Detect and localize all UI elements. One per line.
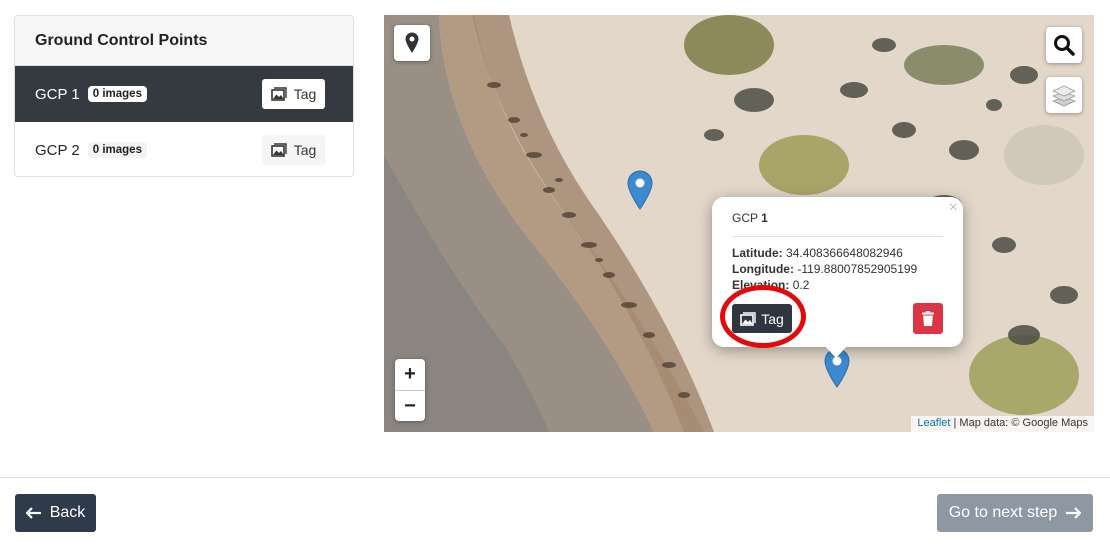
image-icon [270,87,287,101]
gcp-popup: × GCP 1 Latitude: 34.408366648082946 Lon… [712,197,963,358]
popup-close-button[interactable]: × [949,199,958,217]
arrow-right-icon [1066,507,1082,519]
popup-tip [824,345,848,358]
zoom-out-button[interactable]: − [395,390,425,421]
image-count-badge: 0 images [87,86,147,102]
latitude-label: Latitude: [732,246,783,260]
tag-button-label: Tag [293,86,317,102]
back-button-label: Back [49,504,86,521]
layers-button[interactable] [1046,77,1082,113]
gcp-panel-title: Ground Control Points [15,16,353,66]
footer-divider [0,477,1110,478]
delete-gcp-button[interactable] [913,303,943,334]
search-button[interactable] [1046,27,1082,63]
popup-title-number: 1 [761,211,768,225]
tag-button-label: Tag [293,142,317,158]
map-marker-icon [405,32,419,53]
popup-title-prefix: GCP [732,211,762,225]
map-view[interactable]: + − Leaflet | Map data: © Google Maps × … [384,15,1094,432]
zoom-in-button[interactable]: + [395,359,425,390]
tag-button[interactable]: Tag [262,135,325,165]
layers-icon [1051,85,1077,107]
elevation-value: 0.2 [792,278,810,292]
leaflet-link[interactable]: Leaflet [917,417,950,429]
search-icon [1054,35,1075,56]
gcp-list-item-2[interactable]: GCP 2 0 images Tag [15,122,353,176]
gcp-name: GCP 1 [35,85,80,103]
gcp-name: GCP 2 [35,141,80,159]
image-count-badge: 0 images [87,142,147,158]
gcp-marker[interactable] [627,170,653,210]
attribution-text: | Map data: © Google Maps [950,417,1089,429]
popup-divider [732,236,943,237]
image-icon [270,143,287,157]
popup-title: GCP 1 [732,211,768,225]
longitude-label: Longitude: [732,262,794,276]
latitude-value: 34.408366648082946 [786,246,903,260]
longitude-value: -119.88007852905199 [797,262,918,276]
gcp-list-item-1[interactable]: GCP 1 0 images Tag [15,66,353,122]
tag-button[interactable]: Tag [262,79,325,109]
arrow-left-icon [25,507,41,519]
trash-icon [922,311,934,326]
next-step-label: Go to next step [948,504,1058,521]
add-marker-button[interactable] [394,25,430,61]
gcp-panel: Ground Control Points GCP 1 0 images Tag… [14,15,354,177]
back-button[interactable]: Back [15,494,96,532]
highlight-circle [720,285,806,348]
zoom-control: + − [395,359,425,421]
next-step-button[interactable]: Go to next step [937,494,1093,532]
map-attribution: Leaflet | Map data: © Google Maps [911,416,1094,432]
